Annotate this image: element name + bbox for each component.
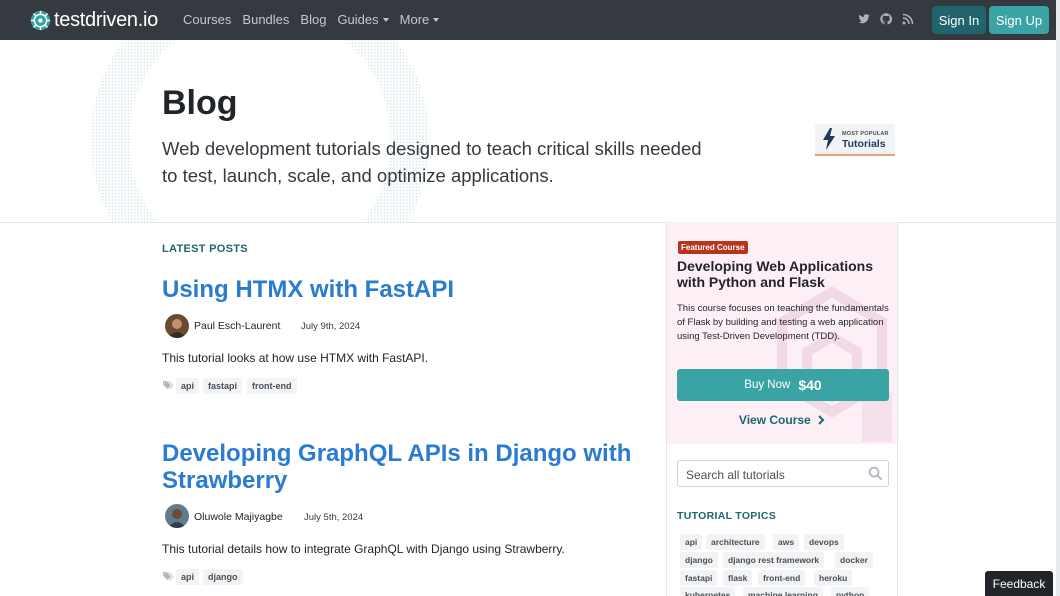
sidebar: Featured Course Developing Web Applicati… (666, 222, 898, 596)
tag-django[interactable]: django (203, 569, 243, 585)
topic-chip-python[interactable]: python (831, 587, 870, 596)
author-avatar-image (165, 504, 189, 528)
sign-up-button[interactable]: Sign Up (989, 6, 1049, 34)
post-title-link[interactable]: Developing GraphQL APIs in Django with S… (162, 440, 632, 494)
topic-chip-django-rest-framework[interactable]: django rest framework (723, 552, 825, 568)
post-title-link[interactable]: Using HTMX with FastAPI (162, 276, 632, 303)
featured-course-card: Featured Course Developing Web Applicati… (667, 222, 897, 444)
author-avatar-image (165, 314, 189, 338)
tag-api[interactable]: api (176, 569, 200, 585)
featured-course-title[interactable]: Developing Web Applications with Python … (677, 258, 892, 290)
avatar[interactable] (165, 314, 189, 338)
tutorial-topics-heading: TUTORIAL TOPICS (677, 510, 777, 522)
badge-small-label: MOST POPULAR (842, 131, 889, 137)
avatar[interactable] (165, 504, 189, 528)
topic-chip-devops[interactable]: devops (804, 534, 844, 550)
chevron-right-icon (818, 415, 825, 425)
nav-link-bundles[interactable]: Bundles (242, 12, 289, 28)
author-name-link[interactable]: Paul Esch-Laurent (194, 320, 280, 332)
sign-in-button[interactable]: Sign In (932, 6, 986, 34)
rss-icon[interactable] (902, 13, 914, 25)
chevron-down-icon (382, 17, 389, 22)
post-date: July 9th, 2024 (301, 321, 361, 332)
featured-course-description: This course focuses on teaching the fund… (677, 303, 889, 342)
buy-now-button[interactable]: Buy Now $40 (677, 369, 889, 401)
tags-icon (163, 381, 174, 390)
post-description: This tutorial details how to integrate G… (162, 542, 565, 556)
topic-chip-docker[interactable]: docker (835, 552, 873, 568)
post-date: July 5th, 2024 (304, 512, 364, 523)
brand-logo[interactable]: testdriven.io (30, 9, 158, 31)
nav-link-blog[interactable]: Blog (300, 12, 326, 28)
tags-icon (163, 572, 174, 581)
featured-course-badge: Featured Course (678, 241, 748, 254)
buy-now-label: Buy Now (744, 379, 791, 391)
view-course-label: View Course (738, 413, 811, 427)
logo-icon (30, 10, 51, 30)
nav-link-courses[interactable]: Courses (183, 12, 231, 28)
nav-dropdown-guides[interactable]: Guides (337, 12, 389, 28)
topic-chip-api[interactable]: api (680, 534, 703, 550)
tag-fastapi[interactable]: fastapi (203, 378, 243, 394)
view-course-link[interactable]: View Course (667, 413, 897, 427)
topic-chip-heroku[interactable]: heroku (814, 570, 853, 586)
course-price: $40 (798, 377, 822, 393)
author-name-link[interactable]: Oluwole Majiyagbe (194, 511, 283, 523)
tag-front-end[interactable]: front-end (247, 378, 297, 394)
page-subtitle: Web development tutorials designed to te… (162, 138, 702, 186)
brand-name: testdriven.io (54, 9, 158, 31)
nav-dropdown-more[interactable]: More (400, 12, 440, 28)
dotted-rings-decoration (91, 40, 429, 222)
lightning-bolt-icon (823, 128, 835, 150)
search-icon[interactable] (868, 466, 883, 481)
latest-posts-heading: LATEST POSTS (162, 243, 248, 255)
topic-chip-architecture[interactable]: architecture (706, 534, 765, 550)
search-placeholder: Search all tutorials (686, 468, 785, 482)
hero-section: Blog Web development tutorials designed … (0, 40, 1060, 223)
top-navbar: testdriven.io Courses Bundles Blog Guide… (0, 0, 1060, 40)
nav-more-label: More (399, 12, 430, 27)
tag-api[interactable]: api (176, 378, 200, 394)
topic-chip-machine-learning[interactable]: machine learning (743, 587, 823, 596)
search-input[interactable]: Search all tutorials (677, 460, 889, 487)
topic-chip-flask[interactable]: flask (723, 570, 753, 586)
badge-big-label: Tutorials (842, 138, 886, 150)
page-title: Blog (162, 84, 238, 122)
popular-tutorials-badge[interactable]: MOST POPULAR Tutorials (815, 124, 895, 156)
topic-chip-aws[interactable]: aws (773, 534, 800, 550)
chevron-down-icon (433, 17, 440, 22)
topic-chip-fastapi[interactable]: fastapi (680, 570, 718, 586)
feedback-button[interactable]: Feedback (985, 571, 1053, 596)
topic-chip-kubernetes[interactable]: kubernetes (680, 587, 736, 596)
topic-chip-front-end[interactable]: front-end (758, 570, 806, 586)
nav-guides-label: Guides (337, 12, 379, 27)
github-icon[interactable] (880, 13, 892, 25)
post-description: This tutorial looks at how use HTMX with… (162, 351, 429, 365)
twitter-icon[interactable] (858, 13, 870, 25)
topic-chip-django[interactable]: django (680, 552, 718, 568)
